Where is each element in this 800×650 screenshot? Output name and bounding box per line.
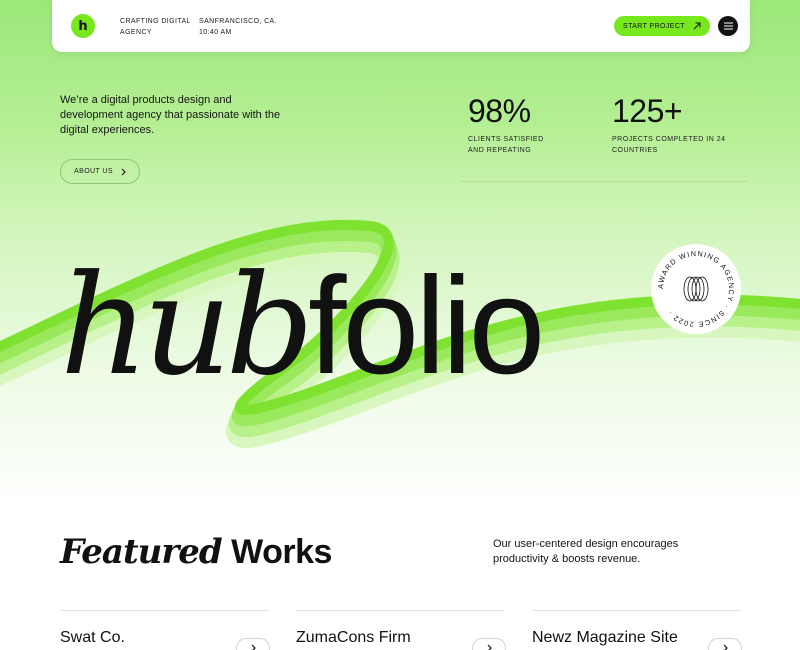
tagline-line-1: CRAFTING DIGITAL — [120, 18, 191, 25]
chevron-right-icon — [723, 644, 728, 650]
card-arrow-button[interactable] — [236, 638, 270, 650]
wordmark-italic: hub — [60, 245, 314, 406]
award-badge: AWARD WINNING AGENCY · SINCE 2022 · — [651, 244, 741, 334]
card-divider — [296, 610, 505, 611]
agency-tagline: CRAFTING DIGITAL AGENCY — [120, 16, 200, 38]
logo[interactable]: h — [71, 14, 95, 38]
start-project-label: START PROJECT — [623, 22, 685, 30]
stat-clients-satisfied: 98% CLIENTS SATISFIED AND REPEATING — [468, 92, 544, 156]
hubfolio-wordmark: hubfolio — [60, 245, 545, 406]
stat-value: 125+ — [612, 93, 683, 129]
chevron-right-icon — [487, 644, 492, 650]
menu-button[interactable] — [718, 16, 738, 36]
stat-label: CLIENTS SATISFIED AND REPEATING — [468, 134, 544, 156]
featured-title-regular: Works — [231, 533, 332, 571]
work-card[interactable]: Swat Co. — [60, 610, 270, 650]
stats-divider — [460, 181, 747, 182]
hero-intro-text: We’re a digital products design and deve… — [60, 94, 281, 136]
tagline-line-2: AGENCY — [120, 29, 152, 36]
logo-letter: h — [78, 18, 88, 34]
card-divider — [60, 610, 269, 611]
arrow-up-right-icon — [693, 22, 701, 30]
card-arrow-button[interactable] — [708, 638, 742, 650]
chevron-right-icon — [121, 168, 126, 175]
stat-label-line-1: PROJECTS COMPLETED IN 24 — [612, 136, 726, 143]
page: h CRAFTING DIGITAL AGENCY SANFRANCISCO, … — [0, 0, 800, 650]
featured-description: Our user-centered design encourages prod… — [493, 538, 679, 565]
card-arrow-button[interactable] — [472, 638, 506, 650]
stat-label-line-1: CLIENTS SATISFIED — [468, 136, 544, 143]
location-info: SANFRANCISCO, CA. 10:40 AM — [199, 16, 277, 38]
about-us-label: ABOUT US — [74, 168, 113, 175]
wordmark-regular: folio — [308, 249, 545, 403]
stat-label-line-2: AND REPEATING — [468, 147, 532, 154]
about-us-button[interactable]: ABOUT US — [60, 159, 140, 184]
top-navbar: h CRAFTING DIGITAL AGENCY SANFRANCISCO, … — [52, 0, 750, 52]
location-time: 10:40 AM — [199, 29, 232, 36]
card-divider — [532, 610, 741, 611]
stat-projects-completed: 125+ PROJECTS COMPLETED IN 24 COUNTRIES — [612, 92, 726, 156]
hamburger-icon — [723, 22, 733, 30]
work-card[interactable]: Newz Magazine Site — [532, 610, 742, 650]
work-card[interactable]: ZumaCons Firm — [296, 610, 506, 650]
chevron-right-icon — [251, 644, 256, 650]
featured-works-heading: Featured Works — [60, 532, 332, 572]
stat-label-line-2: COUNTRIES — [612, 147, 658, 154]
stat-value: 98% — [468, 93, 531, 129]
start-project-button[interactable]: START PROJECT — [614, 16, 710, 36]
featured-title-italic: Featured — [60, 532, 223, 572]
location-city: SANFRANCISCO, CA. — [199, 18, 277, 25]
stat-label: PROJECTS COMPLETED IN 24 COUNTRIES — [612, 134, 726, 156]
